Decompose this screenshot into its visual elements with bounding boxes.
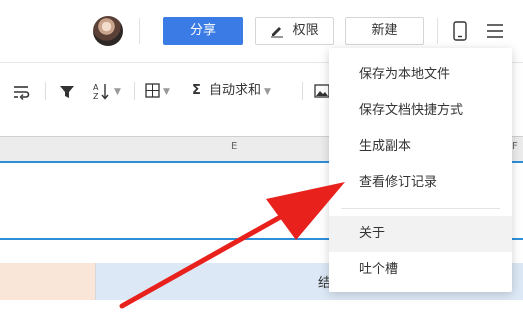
menu-divider: [341, 208, 500, 209]
pencil-icon: [271, 27, 284, 38]
permission-button[interactable]: 权限: [255, 17, 334, 45]
toolbar-divider: [45, 82, 46, 100]
sort-icon: A Z: [93, 83, 109, 101]
permission-button-label: 权限: [292, 23, 319, 38]
menu-icon[interactable]: [484, 20, 506, 42]
column-header-f[interactable]: F: [512, 141, 518, 152]
user-avatar[interactable]: [93, 16, 123, 46]
filter-icon[interactable]: [59, 80, 75, 102]
mobile-icon[interactable]: [449, 20, 471, 42]
image-icon[interactable]: [314, 80, 330, 102]
chevron-down-icon: ▼: [264, 87, 271, 97]
new-button[interactable]: 新建: [345, 17, 424, 45]
menu-item-make-copy[interactable]: 生成副本: [329, 129, 512, 165]
svg-text:A: A: [93, 83, 99, 92]
menu-item-about[interactable]: 关于: [329, 216, 512, 252]
menu-item-feedback[interactable]: 吐个槽: [329, 252, 512, 288]
toolbar-divider: [134, 82, 135, 100]
toolbar-divider: [302, 82, 303, 100]
wrap-text-icon[interactable]: [13, 80, 31, 102]
menu-item-save-shortcut[interactable]: 保存文档快捷方式: [329, 93, 512, 129]
autosum-button[interactable]: Σ 自动求和 ▼: [192, 80, 271, 102]
chevron-down-icon: ▼: [114, 87, 121, 97]
autosum-label: 自动求和: [209, 83, 262, 98]
column-header-e[interactable]: E: [231, 141, 237, 152]
sort-button[interactable]: A Z ▼: [93, 80, 121, 102]
chevron-down-icon: ▼: [163, 87, 170, 97]
menu-item-save-local[interactable]: 保存为本地文件: [329, 57, 512, 93]
border-grid-icon: [145, 83, 160, 98]
more-options-menu: 保存为本地文件 保存文档快捷方式 生成副本 查看修订记录 关于 吐个槽: [329, 48, 512, 292]
table-cell[interactable]: [0, 263, 96, 300]
new-button-label: 新建: [371, 23, 398, 38]
share-button[interactable]: 分享: [163, 17, 243, 45]
header-divider: [437, 18, 438, 44]
menu-item-revision-history[interactable]: 查看修订记录: [329, 165, 512, 201]
svg-text:Z: Z: [93, 92, 99, 101]
border-button[interactable]: ▼: [145, 80, 170, 102]
sigma-icon: Σ: [192, 83, 201, 98]
header-divider: [139, 18, 140, 44]
share-button-label: 分享: [189, 23, 216, 38]
